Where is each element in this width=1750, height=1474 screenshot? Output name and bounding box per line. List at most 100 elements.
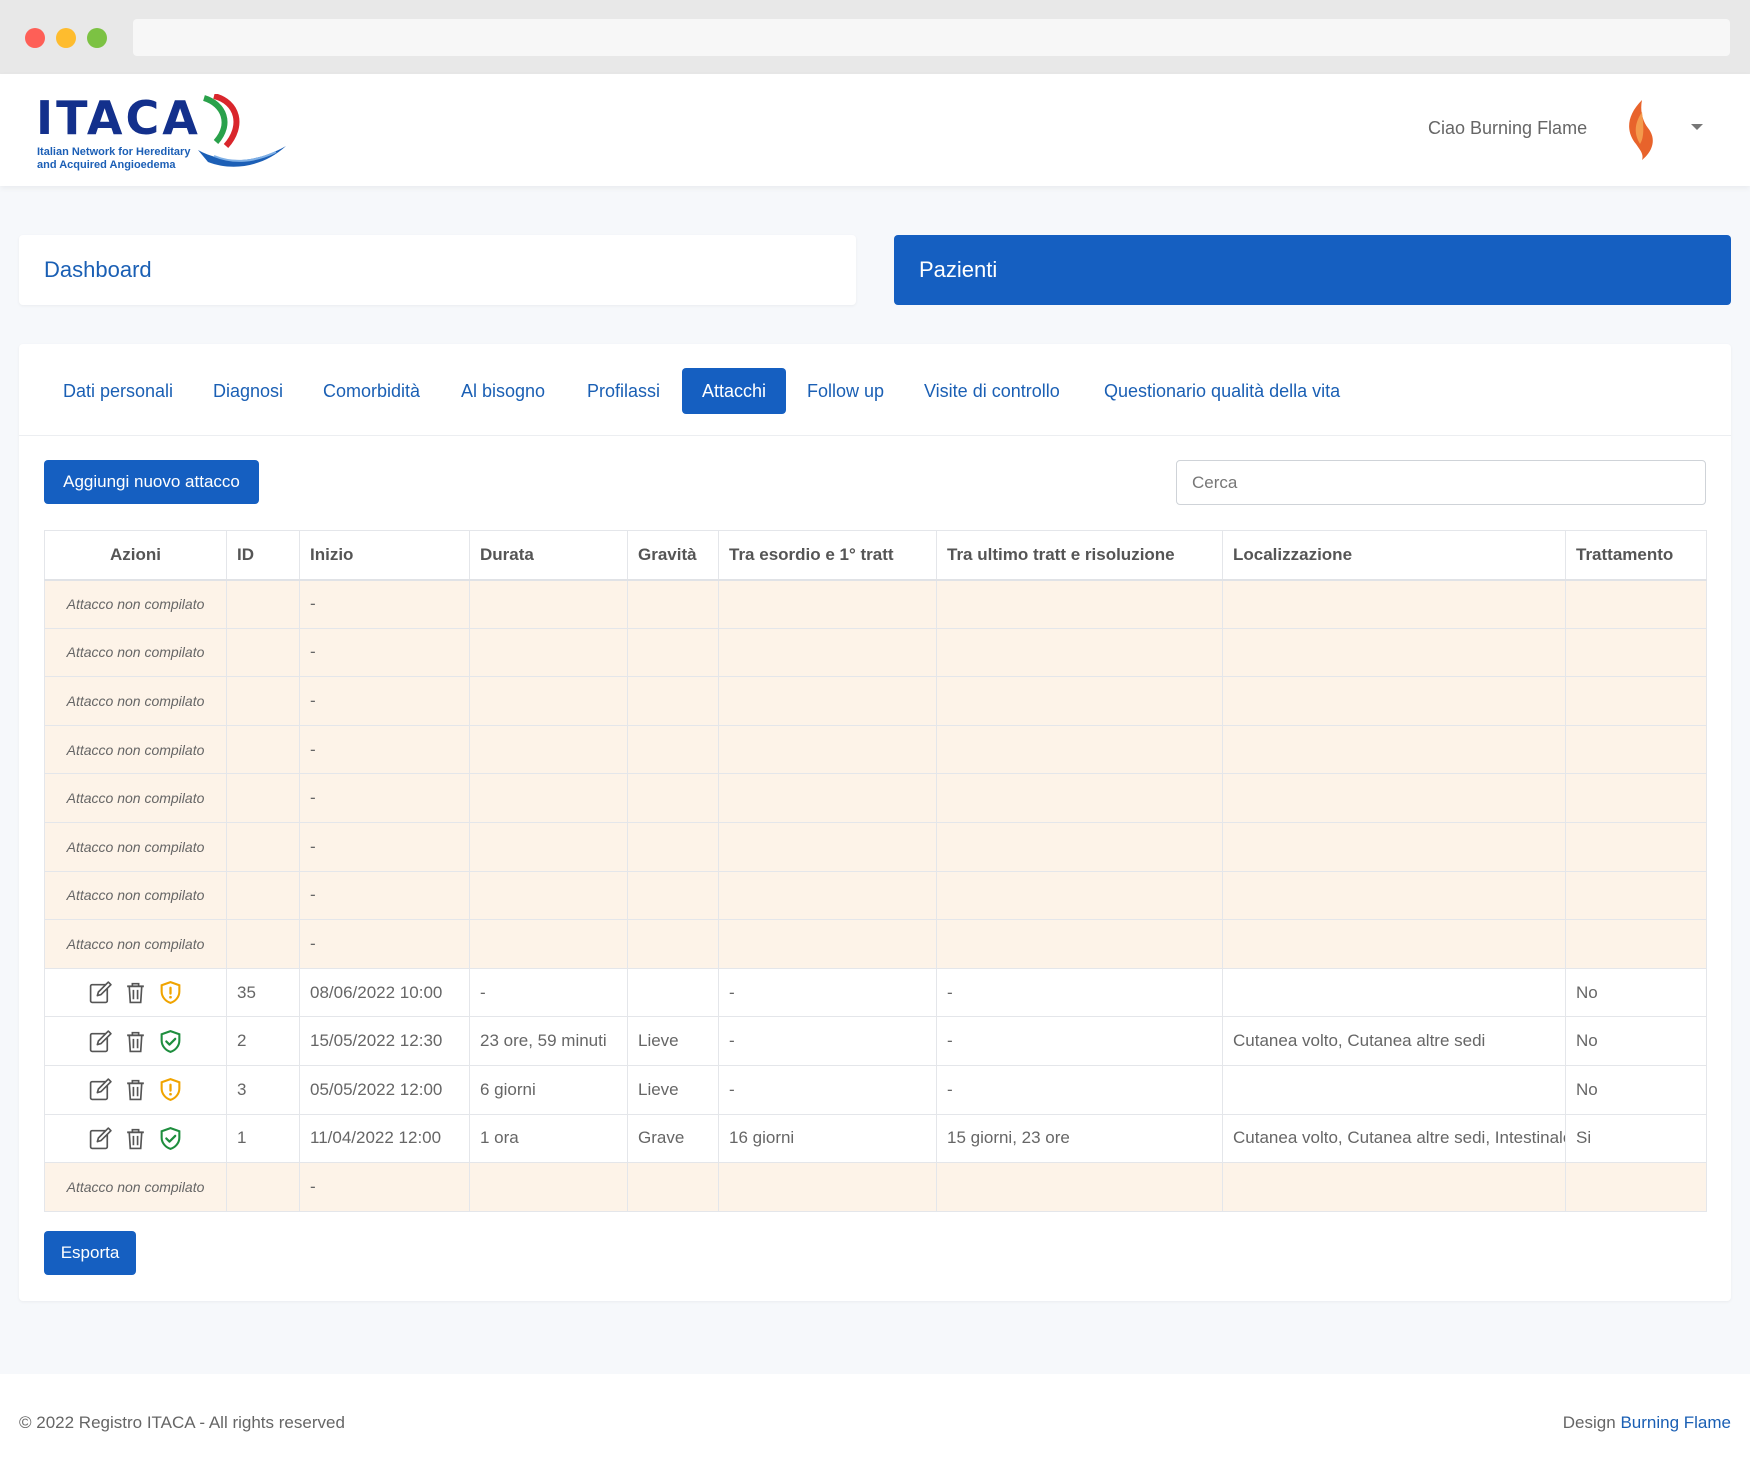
- cell-actions: [44, 1113, 227, 1164]
- nav-card-dashboard-label: Dashboard: [44, 257, 152, 282]
- shield-check-icon[interactable]: [158, 1029, 183, 1054]
- shield-alert-icon[interactable]: [158, 980, 183, 1005]
- tab-dati-personali[interactable]: Dati personali: [43, 368, 193, 414]
- cell-not-compiled: Attacco non compilato: [44, 870, 227, 921]
- tab-comorbidita[interactable]: Comorbidità: [303, 368, 440, 414]
- cell-tra-esordio: [718, 870, 937, 921]
- column-header-tra-esordio[interactable]: Tra esordio e 1° tratt: [718, 530, 937, 581]
- cell-not-compiled: Attacco non compilato: [44, 1162, 227, 1212]
- column-header-durata[interactable]: Durata: [469, 530, 628, 581]
- column-header-localizzazione[interactable]: Localizzazione: [1222, 530, 1566, 581]
- window-maximize-button[interactable]: [87, 28, 107, 48]
- row-actions: [88, 1077, 183, 1102]
- search-input[interactable]: [1176, 460, 1706, 505]
- user-greeting[interactable]: Ciao Burning Flame: [1428, 118, 1587, 139]
- column-header-gravita[interactable]: Gravità: [627, 530, 719, 581]
- cell-inizio: -: [299, 627, 470, 678]
- table-row: 2 15/05/2022 12:30 23 ore, 59 minuti Lieve -…: [44, 1016, 1707, 1066]
- add-attack-button[interactable]: Aggiungi nuovo attacco: [44, 460, 259, 504]
- cell-localizzazione: [1222, 1162, 1566, 1212]
- cell-tra-ultimo: [936, 579, 1223, 629]
- table-header-row: Azioni ID Inizio Durata Gravità Tra esor…: [44, 530, 1707, 581]
- cell-id: [226, 870, 300, 921]
- cell-inizio: -: [299, 773, 470, 823]
- cell-id: [226, 821, 300, 872]
- cell-tra-ultimo: -: [936, 1016, 1223, 1066]
- cell-tra-esordio: [718, 919, 937, 969]
- column-header-tra-ultimo[interactable]: Tra ultimo tratt e risoluzione: [936, 530, 1223, 581]
- cell-durata: [469, 870, 628, 921]
- table-body: Attacco non compilato - Attacco non compil…: [44, 579, 1707, 1212]
- column-header-azioni[interactable]: Azioni: [44, 530, 227, 581]
- cell-localizzazione: [1222, 1064, 1566, 1115]
- nav-card-dashboard[interactable]: Dashboard: [19, 235, 856, 305]
- trash-icon[interactable]: [123, 1126, 148, 1151]
- cell-durata: 1 ora: [469, 1113, 628, 1164]
- edit-icon[interactable]: [88, 980, 113, 1005]
- cell-durata: [469, 627, 628, 678]
- column-header-inizio[interactable]: Inizio: [299, 530, 470, 581]
- table-row: Attacco non compilato -: [44, 870, 1707, 921]
- cell-gravita: Grave: [627, 1113, 719, 1164]
- column-header-id[interactable]: ID: [226, 530, 300, 581]
- cell-gravita: [627, 773, 719, 823]
- edit-icon[interactable]: [88, 1077, 113, 1102]
- shield-check-icon[interactable]: [158, 1126, 183, 1151]
- cell-not-compiled: Attacco non compilato: [44, 676, 227, 726]
- cell-gravita: [627, 919, 719, 969]
- cell-id: 35: [226, 967, 300, 1018]
- cell-inizio: -: [299, 919, 470, 969]
- window-close-button[interactable]: [25, 28, 45, 48]
- cell-gravita: [627, 676, 719, 726]
- cell-gravita: Lieve: [627, 1064, 719, 1115]
- table-row: Attacco non compilato -: [44, 773, 1707, 823]
- window-minimize-button[interactable]: [56, 28, 76, 48]
- footer-design-link[interactable]: Burning Flame: [1620, 1413, 1731, 1432]
- cell-localizzazione: [1222, 870, 1566, 921]
- address-bar[interactable]: [133, 19, 1730, 56]
- caret-down-icon[interactable]: [1691, 124, 1703, 130]
- edit-icon[interactable]: [88, 1029, 113, 1054]
- nav-card-pazienti[interactable]: Pazienti: [894, 235, 1731, 305]
- cell-not-compiled: Attacco non compilato: [44, 919, 227, 969]
- shield-alert-icon[interactable]: [158, 1077, 183, 1102]
- cell-tra-esordio: [718, 676, 937, 726]
- trash-icon[interactable]: [123, 1029, 148, 1054]
- cell-gravita: [627, 1162, 719, 1212]
- cell-durata: 23 ore, 59 minuti: [469, 1016, 628, 1066]
- cell-tra-ultimo: [936, 919, 1223, 969]
- logo-wordmark: ITACA: [36, 91, 201, 145]
- export-button[interactable]: Esporta: [44, 1231, 136, 1275]
- cell-tra-esordio: [718, 821, 937, 872]
- cell-trattamento: [1565, 1162, 1707, 1212]
- tab-attacchi[interactable]: Attacchi: [682, 368, 787, 414]
- tab-follow-up[interactable]: Follow up: [787, 368, 904, 414]
- cell-tra-ultimo: [936, 821, 1223, 872]
- cell-gravita: [627, 724, 719, 775]
- footer-copyright: © 2022 Registro ITACA - All rights reser…: [19, 1413, 345, 1432]
- tab-al-bisogno[interactable]: Al bisogno: [441, 368, 565, 414]
- tab-profilassi[interactable]: Profilassi: [567, 368, 680, 414]
- tab-questionario[interactable]: Questionario qualità della vita: [1084, 368, 1360, 414]
- cell-id: 1: [226, 1113, 300, 1164]
- cell-durata: [469, 773, 628, 823]
- itaca-logo[interactable]: ITACA Italian Network for Hereditary and…: [36, 91, 286, 172]
- column-header-trattamento[interactable]: Trattamento: [1565, 530, 1707, 581]
- flame-icon[interactable]: [1622, 98, 1658, 162]
- cell-tra-esordio: -: [718, 1064, 937, 1115]
- logo-subtitle-line1: Italian Network for Hereditary: [37, 146, 191, 158]
- trash-icon[interactable]: [123, 980, 148, 1005]
- cell-trattamento: [1565, 676, 1707, 726]
- cell-id: [226, 579, 300, 629]
- cell-localizzazione: [1222, 676, 1566, 726]
- tab-visite-di-controllo[interactable]: Visite di controllo: [904, 368, 1080, 414]
- table-row: Attacco non compilato -: [44, 676, 1707, 726]
- trash-icon[interactable]: [123, 1077, 148, 1102]
- cell-localizzazione: [1222, 773, 1566, 823]
- cell-tra-ultimo: 15 giorni, 23 ore: [936, 1113, 1223, 1164]
- edit-icon[interactable]: [88, 1126, 113, 1151]
- cell-trattamento: No: [1565, 1064, 1707, 1115]
- cell-localizzazione: Cutanea volto, Cutanea altre sedi, Intes…: [1222, 1113, 1566, 1164]
- tab-diagnosi[interactable]: Diagnosi: [193, 368, 303, 414]
- cell-localizzazione: [1222, 724, 1566, 775]
